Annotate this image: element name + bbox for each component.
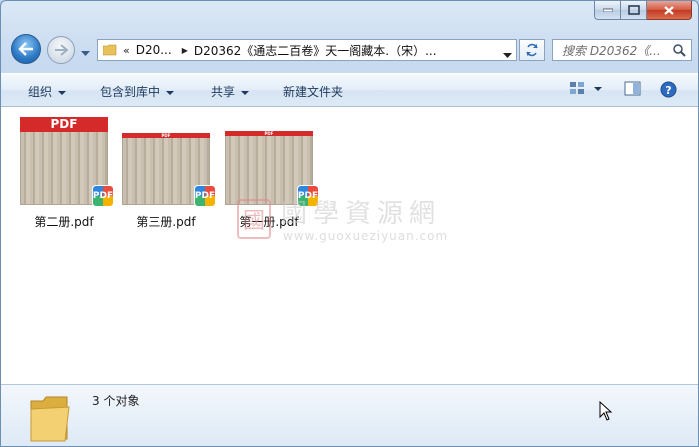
include-in-library-label: 包含到库中 <box>100 85 161 99</box>
chevron-down-icon <box>241 90 250 95</box>
folder-icon <box>30 396 70 442</box>
minimize-icon <box>602 8 613 12</box>
preview-pane-button[interactable] <box>624 81 641 100</box>
breadcrumb-separator-icon[interactable]: ▶ <box>182 46 188 55</box>
refresh-icon <box>526 43 538 57</box>
command-bar: 组织 包含到库中 共享 新建文件夹 ? <box>1 73 698 107</box>
watermark-url: www.guoxueziyuan.com <box>283 229 449 243</box>
details-pane: 3 个对象 <box>1 384 698 446</box>
include-in-library-menu[interactable]: 包含到库中 <box>100 83 175 100</box>
navigation-bar: « D20... ▶ D20362《通志二百卷》天一阁藏本.（宋）... 搜索 … <box>1 31 698 69</box>
file-item[interactable]: PDF PDF 第三册.pdf <box>116 117 216 230</box>
refresh-button[interactable] <box>519 39 545 61</box>
file-list-pane[interactable]: PDF PDF 第二册.pdf PDF PDF 第三册.pdf PDF PDF … <box>1 107 698 384</box>
watermark: 國 國學資源網 www.guoxueziyuan.com <box>237 191 477 251</box>
arrow-left-icon <box>18 42 33 56</box>
pdf-thumbnail: PDF PDF <box>20 117 114 207</box>
chevron-down-icon <box>58 90 67 95</box>
recent-pages-dropdown[interactable] <box>81 46 90 60</box>
address-bar[interactable]: « D20... ▶ D20362《通志二百卷》天一阁藏本.（宋）... <box>97 39 517 61</box>
address-dropdown[interactable] <box>503 47 512 61</box>
close-icon <box>664 5 674 15</box>
chevron-down-icon <box>166 90 175 95</box>
watermark-seal-icon: 國 <box>237 199 271 239</box>
arrow-right-icon <box>55 44 68 56</box>
thumb-label: PDF <box>225 131 313 136</box>
maximize-icon <box>627 5 640 15</box>
preview-pane-icon <box>624 81 641 96</box>
breadcrumb-overflow[interactable]: « <box>123 44 130 57</box>
views-icon <box>570 82 602 94</box>
thumb-label: PDF <box>122 133 210 138</box>
close-button[interactable] <box>647 1 692 20</box>
item-count: 3 个对象 <box>92 394 140 408</box>
pdf-badge-icon: PDF <box>92 185 114 207</box>
back-button[interactable] <box>11 34 41 64</box>
caption-buttons <box>594 1 692 21</box>
forward-button[interactable] <box>47 36 75 64</box>
thumb-label: PDF <box>20 117 108 132</box>
explorer-window: « D20... ▶ D20362《通志二百卷》天一阁藏本.（宋）... 搜索 … <box>0 0 699 447</box>
search-icon[interactable] <box>673 44 686 57</box>
mouse-cursor-icon <box>599 401 613 421</box>
maximize-button[interactable] <box>621 1 647 20</box>
search-input[interactable]: 搜索 D20362《... <box>552 39 692 61</box>
search-placeholder: 搜索 D20362《... <box>562 43 661 58</box>
help-button[interactable]: ? <box>660 81 677 101</box>
breadcrumb-current[interactable]: D20362《通志二百卷》天一阁藏本.（宋）... <box>194 42 437 59</box>
file-name: 第二册.pdf <box>34 215 94 229</box>
share-label: 共享 <box>211 85 236 99</box>
chevron-down-icon <box>503 53 512 58</box>
organize-label: 组织 <box>28 85 53 99</box>
watermark-text: 國學資源網 <box>281 199 442 229</box>
file-item[interactable]: PDF PDF 第二册.pdf <box>14 117 114 230</box>
help-icon: ? <box>660 81 677 98</box>
folder-icon <box>103 44 117 56</box>
view-options-button[interactable] <box>569 81 603 100</box>
svg-text:?: ? <box>665 84 671 97</box>
pdf-thumbnail: PDF PDF <box>122 133 216 207</box>
minimize-button[interactable] <box>594 1 621 20</box>
share-menu[interactable]: 共享 <box>211 83 250 100</box>
file-name: 第三册.pdf <box>136 215 196 229</box>
new-folder-button[interactable]: 新建文件夹 <box>283 83 343 100</box>
organize-menu[interactable]: 组织 <box>28 83 67 100</box>
chevron-down-icon <box>81 51 90 56</box>
breadcrumb-item[interactable]: D20... <box>136 43 172 57</box>
pdf-badge-icon: PDF <box>194 185 216 207</box>
new-folder-label: 新建文件夹 <box>283 85 344 99</box>
